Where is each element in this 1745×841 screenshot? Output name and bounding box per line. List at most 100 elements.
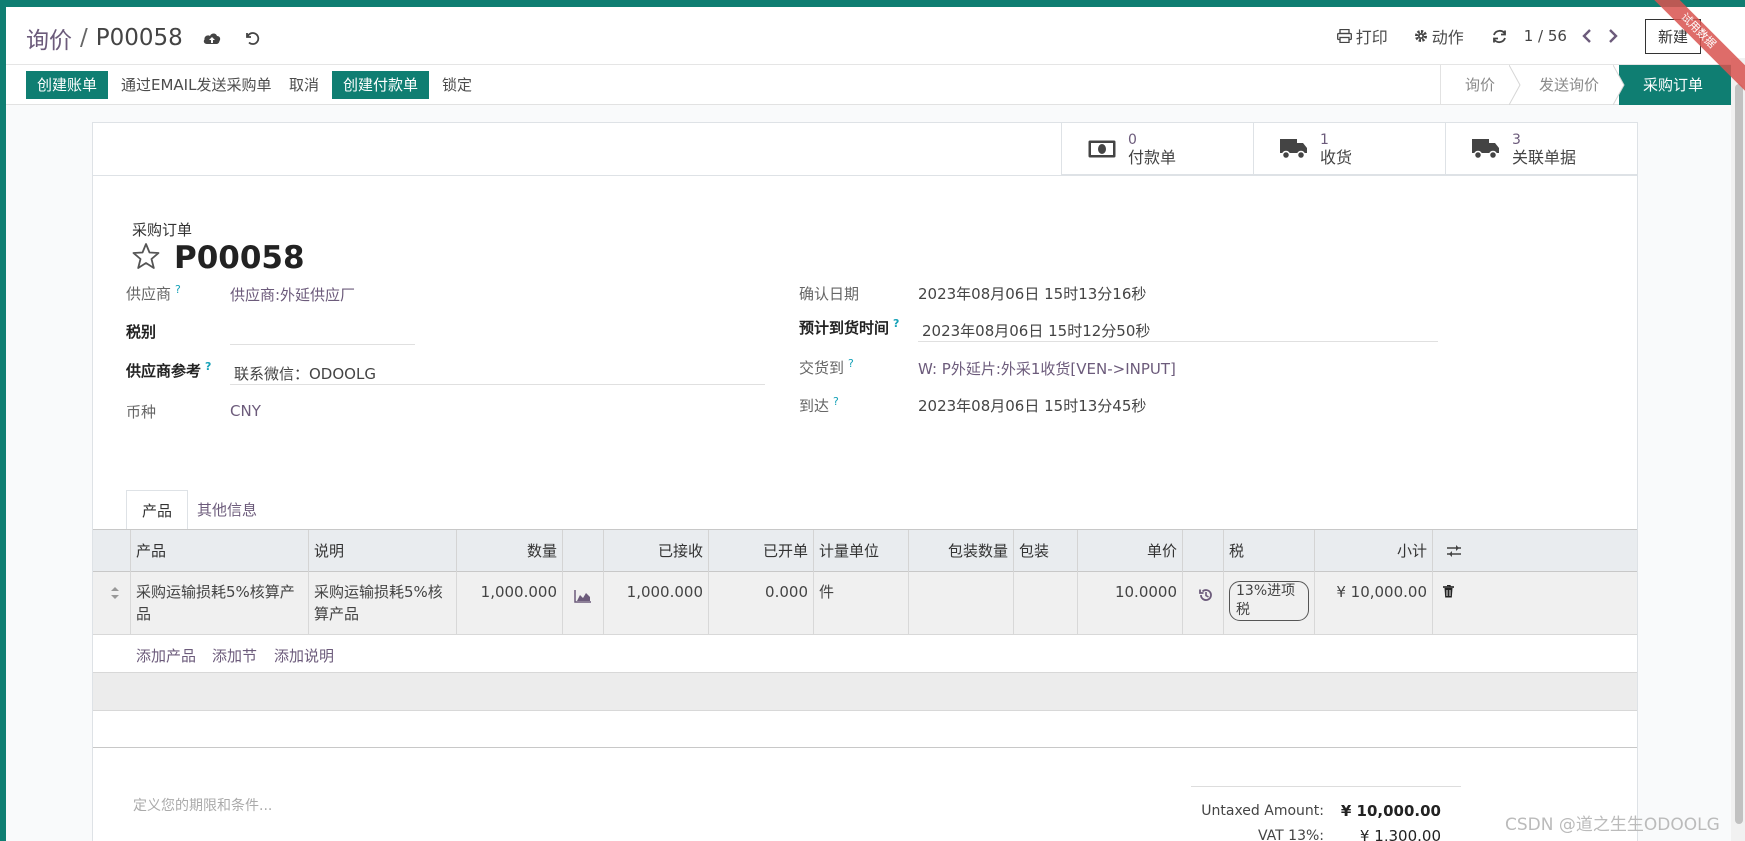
terms-conditions-field[interactable]: 定义您的期限和条件... bbox=[133, 795, 272, 815]
forecast-chart-icon[interactable] bbox=[563, 572, 604, 635]
row-drag-handle[interactable] bbox=[93, 572, 131, 635]
top-accent-bar bbox=[0, 0, 1745, 7]
cell-packaging[interactable] bbox=[1014, 572, 1078, 635]
currency-label: 币种 bbox=[126, 403, 157, 421]
table-row[interactable]: 采购运输损耗5%核算产品 采购运输损耗5%核算产品 1,000.000 1,00… bbox=[93, 572, 1637, 635]
add-product-link[interactable]: 添加产品 bbox=[136, 645, 196, 666]
refresh-icon[interactable] bbox=[1490, 25, 1510, 47]
control-panel: 询价 / P00058 打印 动作 1 / 56 新建 bbox=[6, 7, 1731, 65]
header-description[interactable]: 说明 bbox=[309, 530, 457, 572]
confirmation-date-field: 2023年08月06日 15时13分16秒 bbox=[918, 285, 1147, 303]
add-note-link[interactable]: 添加说明 bbox=[274, 645, 334, 666]
breadcrumb-separator: / bbox=[80, 25, 88, 51]
header-quantity[interactable]: 数量 bbox=[457, 530, 563, 572]
header-received[interactable]: 已接收 bbox=[604, 530, 709, 572]
header-unit-price[interactable]: 单价 bbox=[1078, 530, 1183, 572]
header-uom[interactable]: 计量单位 bbox=[814, 530, 909, 572]
header-handle bbox=[93, 530, 131, 572]
add-section-link[interactable]: 添加节 bbox=[212, 645, 257, 666]
create-bill-button[interactable]: 创建账单 bbox=[26, 71, 109, 99]
tax-country-underline bbox=[230, 344, 415, 345]
control-panel-right: 打印 动作 1 / 56 新建 bbox=[1336, 7, 1731, 65]
smart-button-related-docs[interactable]: 3 关联单据 bbox=[1445, 123, 1637, 175]
smart-button-receipts[interactable]: 1 收货 bbox=[1253, 123, 1445, 175]
deliver-to-label: 交货到? bbox=[799, 357, 854, 377]
header-packaging[interactable]: 包装 bbox=[1014, 530, 1078, 572]
status-rfq-sent[interactable]: 发送询价 bbox=[1515, 65, 1625, 105]
trash-icon[interactable] bbox=[1433, 572, 1475, 635]
add-line-row: 添加产品 添加节 添加说明 bbox=[93, 635, 1637, 673]
breadcrumb-current: P00058 bbox=[95, 25, 183, 51]
form-view: 询价 / P00058 打印 动作 1 / 56 新建 创建账单 通过EMAIL… bbox=[6, 7, 1731, 841]
header-subtotal[interactable]: 小计 bbox=[1315, 530, 1433, 572]
new-button[interactable]: 新建 bbox=[1644, 18, 1701, 54]
chevron-right-icon[interactable] bbox=[1603, 25, 1623, 47]
header-history bbox=[1183, 530, 1224, 572]
print-label: 打印 bbox=[1355, 28, 1388, 47]
cell-unit-price[interactable]: 10.0000 bbox=[1078, 572, 1183, 635]
order-name: P00058 bbox=[174, 240, 305, 276]
status-rfq[interactable]: 询价 bbox=[1439, 65, 1521, 105]
untaxed-amount-value: ¥ 10,000.00 bbox=[1340, 802, 1441, 820]
column-settings-icon[interactable] bbox=[1433, 530, 1475, 572]
related-docs-label: 关联单据 bbox=[1512, 148, 1577, 167]
header-billed[interactable]: 已开单 bbox=[709, 530, 814, 572]
header-taxes[interactable]: 税 bbox=[1224, 530, 1315, 572]
send-email-button[interactable]: 通过EMAIL发送采购单 bbox=[110, 71, 282, 99]
breadcrumb-parent[interactable]: 询价 bbox=[26, 21, 72, 55]
form-sheet: 0 付款单 1 收货 3 关联单据 采购订单 P00058 供应商 ? 供应商:… bbox=[92, 122, 1638, 841]
vendor-reference-label: 供应商参考? bbox=[126, 360, 212, 380]
receipts-label: 收货 bbox=[1320, 148, 1353, 167]
currency-field[interactable]: CNY bbox=[230, 402, 261, 420]
status-rfq-label: 询价 bbox=[1464, 76, 1495, 94]
tax-tag[interactable]: 13%进项税 bbox=[1229, 581, 1309, 621]
cell-description[interactable]: 采购运输损耗5%核算产品 bbox=[309, 572, 457, 635]
lock-button[interactable]: 锁定 bbox=[431, 71, 483, 99]
scrollbar-thumb[interactable] bbox=[1735, 84, 1743, 824]
expected-arrival-field[interactable]: 2023年08月06日 15时12分50秒 bbox=[922, 320, 1150, 341]
pager-value[interactable]: 1 / 56 bbox=[1524, 27, 1567, 45]
tab-other-info[interactable]: 其他信息 bbox=[182, 490, 272, 530]
status-purchase-order[interactable]: 采购订单 bbox=[1618, 65, 1731, 105]
tab-products[interactable]: 产品 bbox=[126, 490, 189, 530]
money-icon bbox=[1084, 136, 1120, 162]
vendor-reference-field[interactable]: 联系微信：ODOOLG bbox=[234, 363, 376, 384]
truck-icon bbox=[1468, 136, 1504, 162]
chevron-left-icon[interactable] bbox=[1577, 25, 1597, 47]
price-history-icon[interactable] bbox=[1183, 572, 1224, 635]
arrival-field: 2023年08月06日 15时13分45秒 bbox=[918, 397, 1147, 415]
header-packaging-qty[interactable]: 包装数量 bbox=[909, 530, 1014, 572]
discard-undo-icon[interactable] bbox=[241, 27, 263, 49]
print-button[interactable]: 打印 bbox=[1336, 24, 1388, 48]
cell-received: 1,000.000 bbox=[604, 572, 709, 635]
vendor-reference-underline bbox=[230, 384, 765, 385]
status-bar: 询价 发送询价 采购订单 bbox=[1439, 65, 1731, 105]
arrival-label: 到达? bbox=[799, 395, 839, 415]
cell-packaging-qty[interactable] bbox=[909, 572, 1014, 635]
cell-uom[interactable]: 件 bbox=[814, 572, 909, 635]
cloud-upload-icon[interactable] bbox=[201, 27, 223, 49]
action-button[interactable]: 动作 bbox=[1414, 24, 1464, 48]
cell-taxes[interactable]: 13%进项税 bbox=[1224, 572, 1315, 635]
star-icon[interactable] bbox=[132, 242, 160, 274]
empty-table-row bbox=[93, 673, 1637, 711]
table-header: 产品 说明 数量 已接收 已开单 计量单位 包装数量 包装 单价 税 小计 bbox=[93, 529, 1637, 572]
payments-count: 0 bbox=[1128, 132, 1137, 148]
cell-quantity[interactable]: 1,000.000 bbox=[457, 572, 563, 635]
tax-country-field[interactable] bbox=[230, 321, 415, 343]
breadcrumb: 询价 / P00058 bbox=[26, 21, 263, 55]
cell-subtotal: ¥ 10,000.00 bbox=[1315, 572, 1433, 635]
header-product[interactable]: 产品 bbox=[131, 530, 309, 572]
create-payment-button[interactable]: 创建付款单 bbox=[332, 71, 430, 99]
notebook-tabs: 产品 其他信息 bbox=[93, 487, 1637, 530]
deliver-to-field[interactable]: W: P外延片:外采1收货[VEN->INPUT] bbox=[918, 358, 1176, 379]
gear-icon bbox=[1414, 30, 1427, 42]
cell-product[interactable]: 采购运输损耗5%核算产品 bbox=[131, 572, 309, 635]
smart-button-payments[interactable]: 0 付款单 bbox=[1061, 123, 1253, 175]
expected-arrival-label: 预计到货时间? bbox=[799, 317, 900, 337]
cancel-button[interactable]: 取消 bbox=[278, 71, 330, 99]
vendor-field[interactable]: 供应商:外延供应厂 bbox=[230, 284, 355, 305]
vendor-label: 供应商? bbox=[126, 283, 181, 303]
form-statusbar: 创建账单 通过EMAIL发送采购单 取消 创建付款单 锁定 询价 发送询价 采购… bbox=[6, 65, 1731, 105]
smart-buttons: 0 付款单 1 收货 3 关联单据 bbox=[1061, 123, 1637, 175]
